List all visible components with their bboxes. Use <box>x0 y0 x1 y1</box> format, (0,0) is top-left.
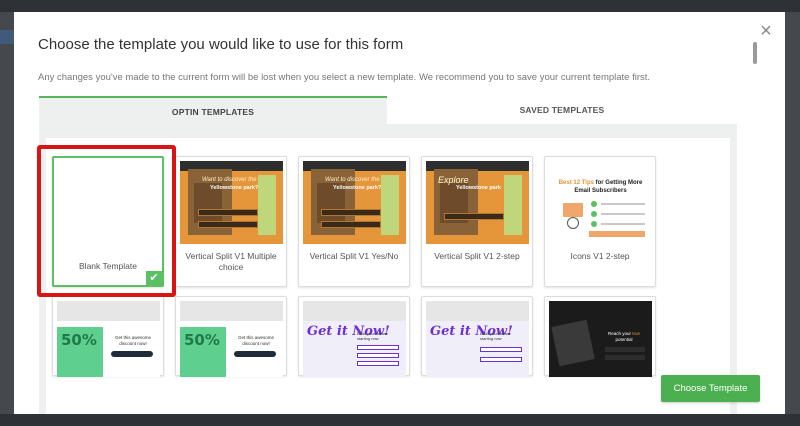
thumb-field <box>444 213 504 220</box>
template-card-coupon-1[interactable]: 50% Get this awesome discount now! <box>52 296 164 377</box>
backdrop-accent <box>0 30 14 44</box>
template-thumbnail: 50% Get this awesome discount now! <box>57 301 160 377</box>
thumb-text: Build your dream starting now <box>480 331 511 341</box>
template-thumbnail: 50% Get this awesome discount now! <box>180 301 283 377</box>
thumb-text-rest: potential <box>615 337 633 342</box>
thumb-field <box>198 209 258 216</box>
thumb-topbar <box>57 301 160 321</box>
thumb-field <box>605 355 645 360</box>
template-card-vsplit-2step[interactable]: Explore Yellowstone park Vertical Split … <box>421 156 533 287</box>
bullet-icon <box>591 221 597 227</box>
template-thumbnail: Get it Now! Build your dream starting no… <box>426 301 529 377</box>
template-caption: Vertical Split V1 2-step <box>434 251 520 261</box>
template-modal: × Choose the template you would like to … <box>14 12 785 414</box>
close-icon[interactable]: × <box>757 21 775 41</box>
template-thumbnail: Best 12 Tips for Getting More Email Subs… <box>549 161 652 244</box>
template-card-getit-2[interactable]: Get it Now! Build your dream starting no… <box>421 296 533 377</box>
bullet-icon <box>591 211 597 217</box>
choose-template-button[interactable]: Choose Template <box>661 375 760 402</box>
template-card-getit-1[interactable]: Get it Now! Build your dream starting no… <box>298 296 410 377</box>
thumb-topbar <box>426 301 529 321</box>
thumb-phone-image <box>551 319 595 367</box>
thumb-field <box>480 347 522 352</box>
thumb-button <box>234 351 276 357</box>
tab-optin-templates[interactable]: OPTIN TEMPLATES <box>39 96 387 124</box>
template-grid: Blank Template ✔ Want to discover the Ye… <box>46 138 730 414</box>
thumb-text: Get this awesome discount now! <box>114 335 151 346</box>
thumb-field <box>357 361 399 366</box>
thumb-field <box>198 221 258 228</box>
thumb-green-panel <box>504 175 522 235</box>
thumb-field <box>480 357 522 362</box>
thumb-title: Best 12 Tips for Getting More Email Subs… <box>551 179 650 195</box>
template-thumbnail: Want to discover the Yellowstone park? <box>180 161 283 244</box>
grid-scrollbar-track <box>738 124 748 414</box>
envelope-icon <box>563 203 583 217</box>
thumb-button <box>111 351 153 357</box>
thumb-text-highlight: true <box>632 331 641 336</box>
thumb-field <box>357 353 399 358</box>
template-thumbnail: Get it Now! Build your dream starting no… <box>303 301 406 377</box>
thumb-field <box>321 221 381 228</box>
thumb-button <box>589 231 645 237</box>
template-caption: Vertical Split V1 Yes/No <box>309 251 399 261</box>
template-card-coupon-2[interactable]: 50% Get this awesome discount now! <box>175 296 287 377</box>
template-card-dark[interactable]: Reach your true potential <box>544 296 656 377</box>
thumb-tagline: Want to discover the <box>325 177 380 183</box>
thumb-text: Build your dream starting now <box>357 331 388 341</box>
thumb-headline: Yellowstone park? <box>333 185 382 191</box>
modal-scrollbar[interactable] <box>753 42 757 64</box>
backdrop-right <box>785 12 800 414</box>
template-grid-area: Blank Template ✔ Want to discover the Ye… <box>39 124 737 414</box>
modal-subtitle: Any changes you've made to the current f… <box>38 72 651 83</box>
tab-saved-templates[interactable]: SAVED TEMPLATES <box>387 96 737 124</box>
template-card-vsplit-multiple[interactable]: Want to discover the Yellowstone park? V… <box>175 156 287 287</box>
thumb-line <box>601 223 645 225</box>
template-thumbnail: Explore Yellowstone park <box>426 161 529 244</box>
template-card-icons-2step[interactable]: Best 12 Tips for Getting More Email Subs… <box>544 156 656 287</box>
backdrop-left <box>0 12 14 414</box>
thumb-text: Reach your true potential <box>601 331 647 343</box>
template-card-blank[interactable]: Blank Template ✔ <box>52 156 164 287</box>
thumb-text-prefix: Reach your <box>607 331 633 336</box>
thumb-headline: Yellowstone park <box>456 185 501 191</box>
thumb-green-panel <box>258 175 276 235</box>
backdrop-top <box>0 0 800 12</box>
thumb-big-text: 50% <box>61 331 97 349</box>
magnifier-icon <box>567 217 579 229</box>
thumb-field <box>605 347 645 352</box>
thumb-line <box>601 213 645 215</box>
template-thumbnail: Want to discover the Yellowstone park? <box>303 161 406 244</box>
thumb-big-text: 50% <box>184 331 220 349</box>
template-caption: Icons V1 2-step <box>570 251 630 261</box>
template-caption: Vertical Split V1 Multiple choice <box>185 251 277 272</box>
thumb-topbar <box>180 301 283 321</box>
template-caption: Blank Template <box>79 261 137 271</box>
thumb-tagline: Explore <box>438 175 469 185</box>
template-thumbnail: Reach your true potential <box>549 301 652 377</box>
thumb-title-highlight: Best 12 Tips <box>558 180 594 186</box>
bullet-icon <box>591 201 597 207</box>
thumb-text: Get this awesome discount now! <box>237 335 274 346</box>
thumb-tagline: Want to discover the <box>202 177 257 183</box>
thumb-field <box>321 209 381 216</box>
thumb-topbar <box>303 301 406 321</box>
backdrop-bottom <box>0 414 800 426</box>
template-tabs: OPTIN TEMPLATES SAVED TEMPLATES <box>39 96 737 124</box>
check-icon: ✔ <box>146 271 162 285</box>
thumb-line <box>601 203 645 205</box>
modal-title: Choose the template you would like to us… <box>38 36 404 53</box>
thumb-green-panel <box>381 175 399 235</box>
thumb-headline: Yellowstone park? <box>210 185 259 191</box>
thumb-field <box>357 345 399 350</box>
template-card-vsplit-yesno[interactable]: Want to discover the Yellowstone park? V… <box>298 156 410 287</box>
